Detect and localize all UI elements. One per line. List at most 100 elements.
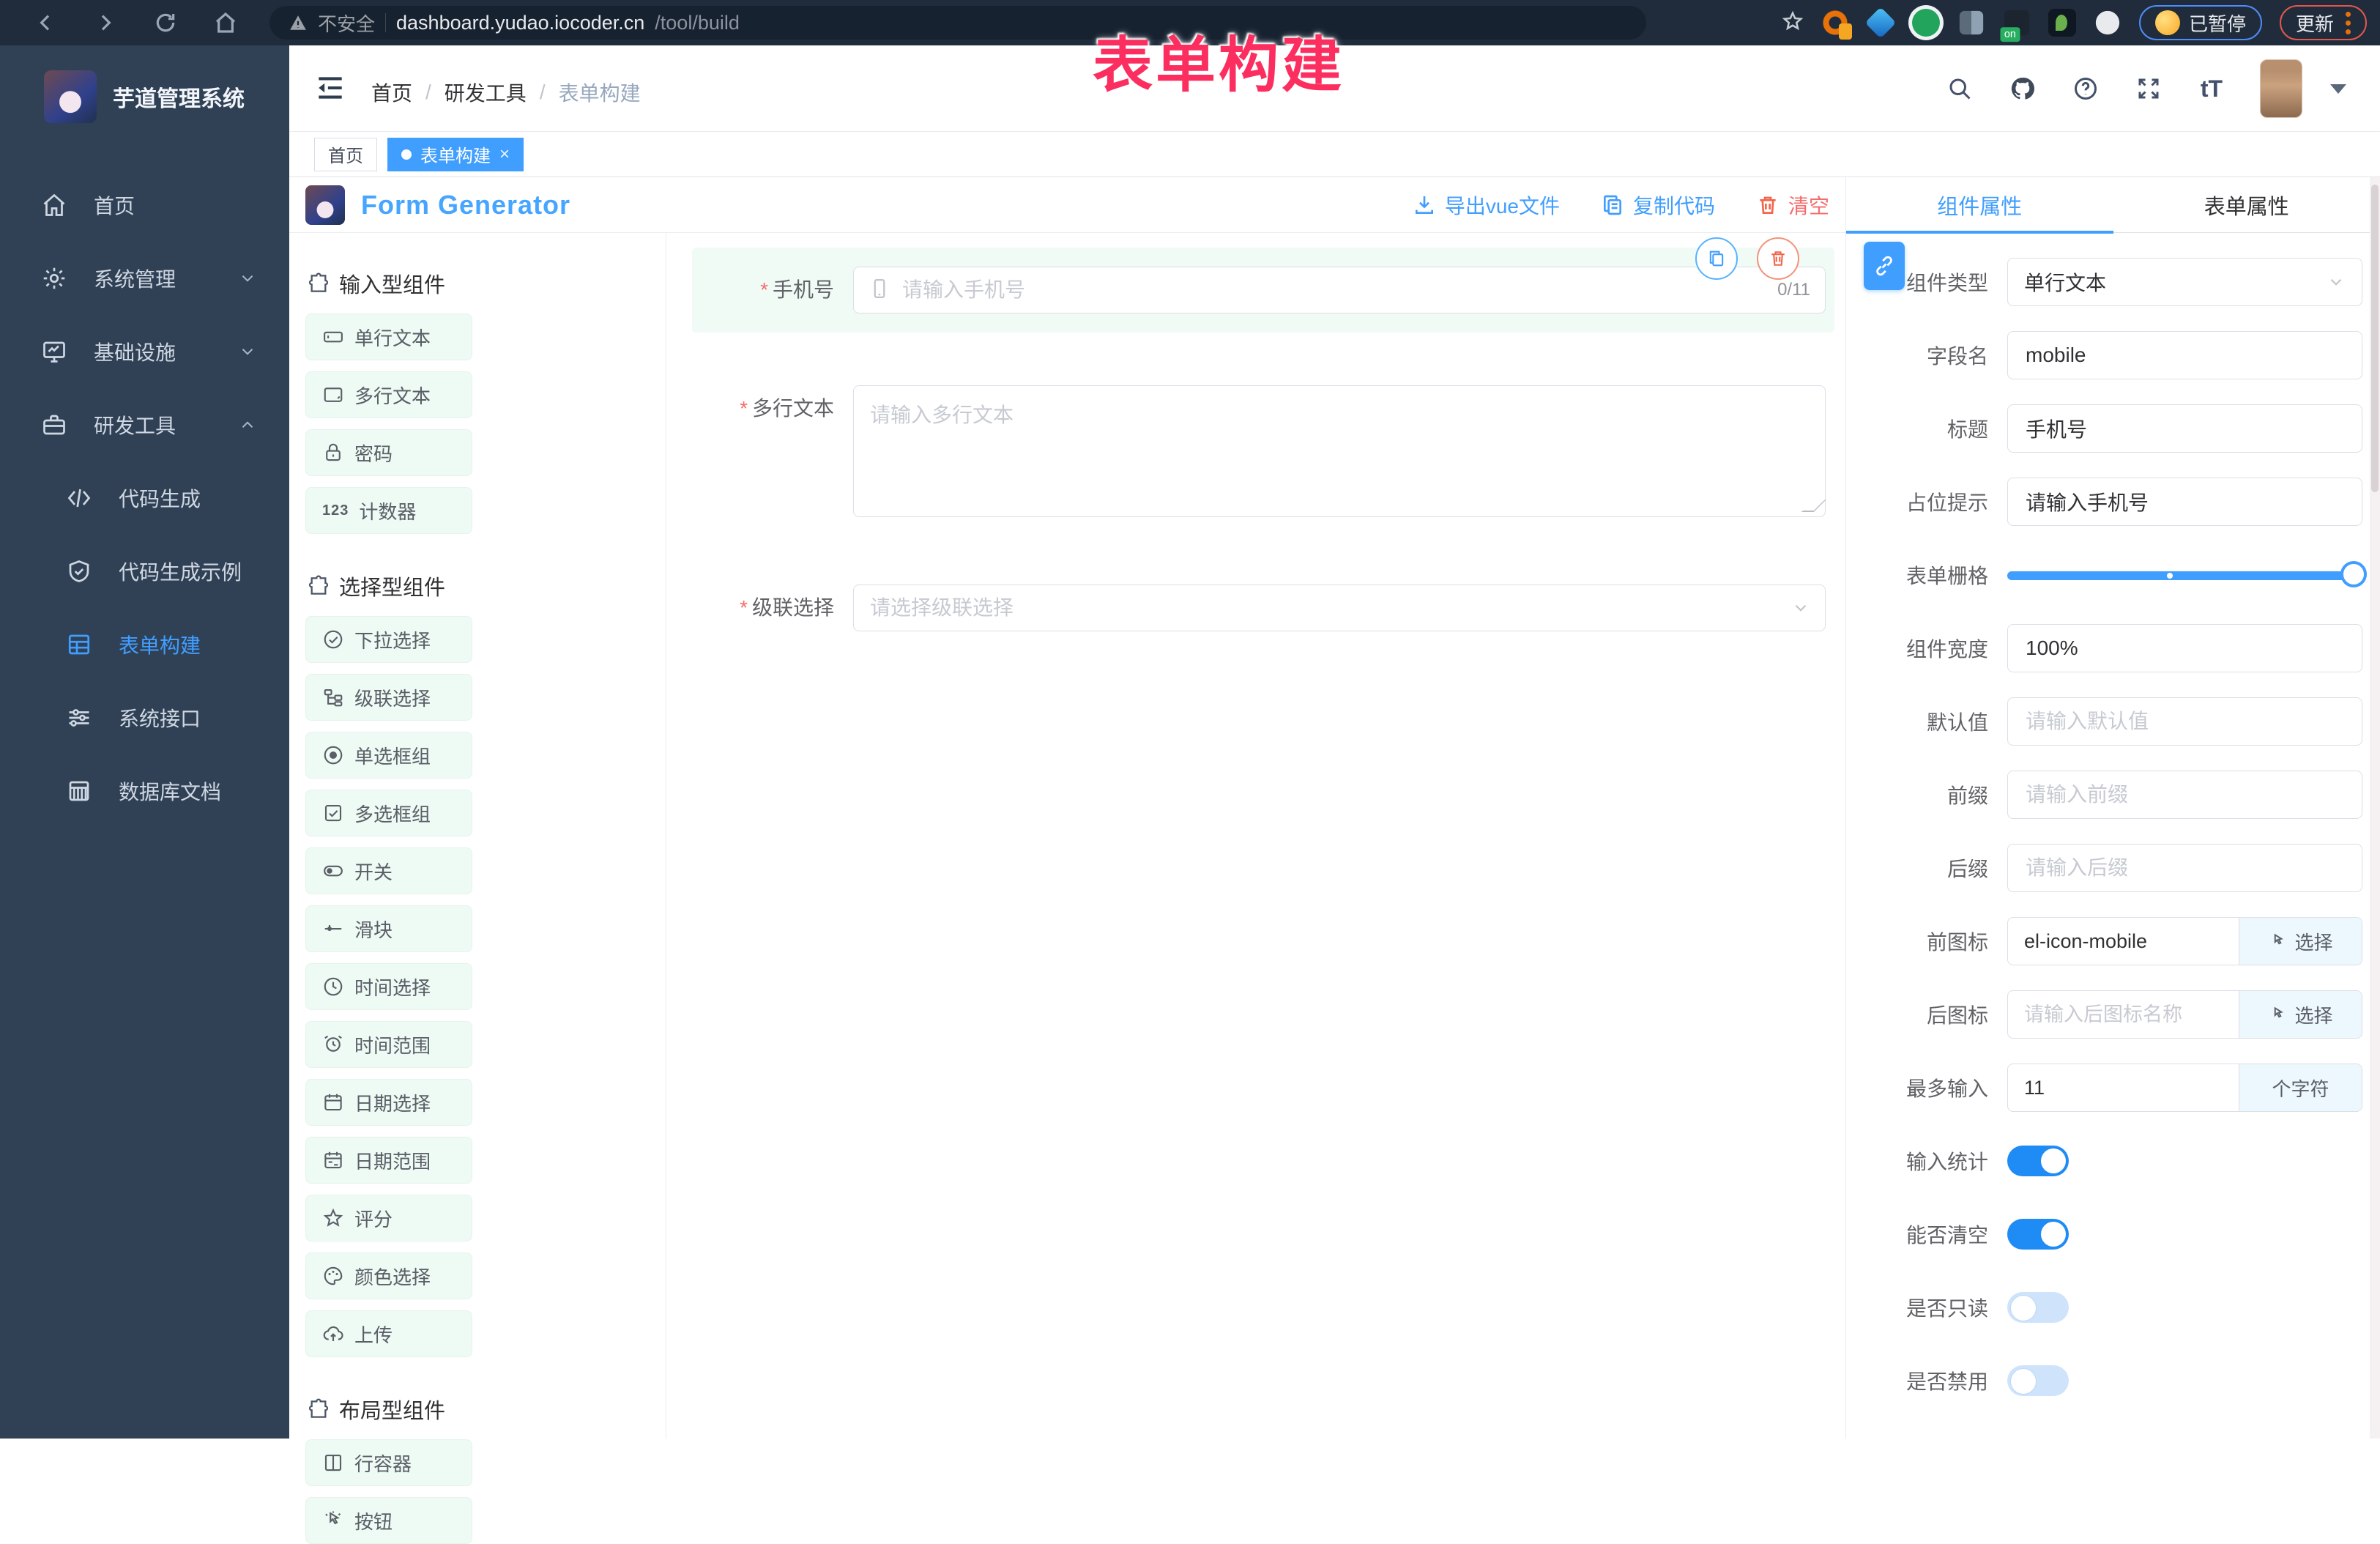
cascader-select[interactable] — [853, 584, 1826, 631]
palette-item-date-picker[interactable]: 日期选择 — [305, 1079, 472, 1126]
duplicate-field-button[interactable] — [1695, 237, 1738, 280]
font-size-icon[interactable]: tT — [2197, 74, 2226, 103]
suffix-icon-input[interactable] — [2023, 1003, 2224, 1027]
sidebar-item-system-api[interactable]: 系统接口 — [0, 681, 289, 754]
palette-item-slider[interactable]: 滑块 — [305, 905, 472, 952]
search-icon[interactable] — [1945, 74, 1974, 103]
clear-button[interactable]: 清空 — [1756, 190, 1829, 220]
browser-update-button[interactable]: 更新 — [2280, 5, 2367, 40]
url-host: dashboard.yudao.iocoder.cn — [396, 12, 644, 34]
fullscreen-icon[interactable] — [2134, 74, 2163, 103]
sidebar-item-home[interactable]: 首页 — [0, 168, 289, 242]
readonly-switch[interactable] — [2007, 1292, 2069, 1323]
breadcrumb-home[interactable]: 首页 — [371, 78, 412, 107]
forward-icon[interactable] — [91, 8, 120, 37]
phone-input-field[interactable] — [901, 278, 1767, 303]
sidebar-item-system[interactable]: 系统管理 — [0, 242, 289, 315]
tag-form-builder[interactable]: 表单构建 × — [387, 138, 524, 171]
download-icon — [1413, 193, 1436, 217]
tab-form-props[interactable]: 表单属性 — [2113, 177, 2380, 232]
palette-item-time-range[interactable]: 时间范围 — [305, 1021, 472, 1068]
back-icon[interactable] — [31, 8, 60, 37]
palette-item-date-range[interactable]: 日期范围 — [305, 1137, 472, 1184]
extension-icon[interactable] — [1864, 7, 1896, 39]
extension-icon[interactable] — [1821, 9, 1849, 37]
palette-item-color-picker[interactable]: 颜色选择 — [305, 1252, 472, 1299]
placeholder-input[interactable] — [2024, 489, 2346, 514]
palette-item-password[interactable]: 密码 — [305, 429, 472, 476]
cascader-input-field[interactable] — [869, 595, 1781, 620]
home-icon[interactable] — [211, 8, 240, 37]
phone-input[interactable]: 0/11 — [853, 267, 1826, 313]
sidebar-item-codegen[interactable]: 代码生成 — [0, 461, 289, 535]
prefix-icon-input[interactable] — [2023, 929, 2224, 954]
profile-paused-chip[interactable]: 已暂停 — [2139, 5, 2262, 40]
tag-home[interactable]: 首页 — [314, 138, 377, 171]
data-binding-link-button[interactable] — [1864, 242, 1905, 290]
palette-item-cascader[interactable]: 级联选择 — [305, 674, 472, 721]
field-name-input[interactable] — [2024, 343, 2346, 368]
palette-item-textarea[interactable]: 多行文本 — [305, 371, 472, 418]
tab-component-props[interactable]: 组件属性 — [1846, 177, 2113, 232]
sidebar-item-infra[interactable]: 基础设施 — [0, 315, 289, 388]
component-type-select[interactable]: 单行文本 — [2007, 258, 2362, 306]
palette-item-button[interactable]: 按钮 — [305, 1497, 472, 1544]
disabled-switch[interactable] — [2007, 1365, 2069, 1396]
browser-menu-icon[interactable] — [2346, 12, 2351, 34]
delete-field-button[interactable] — [1757, 237, 1799, 280]
extension-icon[interactable] — [1960, 11, 1983, 34]
sidebar-item-form-builder[interactable]: 表单构建 — [0, 608, 289, 681]
sidebar-item-devtools[interactable]: 研发工具 — [0, 388, 289, 461]
form-generator-title[interactable]: Form Generator — [361, 190, 570, 220]
canvas-field-phone[interactable]: *手机号 0/11 — [692, 248, 1834, 333]
maxlength-input[interactable] — [2023, 1076, 2224, 1100]
palette-item-single-text[interactable]: 单行文本 — [305, 313, 472, 360]
palette-item-row-container[interactable]: 行容器 — [305, 1439, 472, 1486]
help-icon[interactable] — [2071, 74, 2100, 103]
extension-icon[interactable] — [2048, 9, 2076, 37]
default-value-input[interactable] — [2024, 709, 2346, 734]
palette-item-time-picker[interactable]: 时间选择 — [305, 963, 472, 1010]
palette-item-select[interactable]: 下拉选择 — [305, 616, 472, 663]
export-vue-button[interactable]: 导出vue文件 — [1413, 190, 1560, 220]
prefix-icon-choose-button[interactable]: 选择 — [2239, 918, 2362, 965]
palette-item-switch[interactable]: 开关 — [305, 847, 472, 894]
prefix-input[interactable] — [2024, 782, 2346, 807]
user-avatar[interactable] — [2260, 59, 2302, 118]
suffix-icon-choose-button[interactable]: 选择 — [2239, 991, 2362, 1038]
suffix-input[interactable] — [2024, 855, 2346, 880]
scrollbar-thumb[interactable] — [2371, 185, 2379, 492]
slider-handle[interactable] — [2340, 561, 2367, 587]
sidebar-item-codegen-demo[interactable]: 代码生成示例 — [0, 535, 289, 608]
palette-item-radio-group[interactable]: 单选框组 — [305, 732, 472, 779]
palette-item-counter[interactable]: 123 计数器 — [305, 487, 472, 534]
page-scrollbar[interactable] — [2370, 177, 2380, 1439]
copy-code-button[interactable]: 复制代码 — [1601, 190, 1715, 220]
breadcrumb-devtools[interactable]: 研发工具 — [445, 78, 527, 107]
github-icon[interactable] — [2008, 74, 2037, 103]
extension-icon[interactable] — [1912, 9, 1940, 37]
palette-item-checkbox-group[interactable]: 多选框组 — [305, 790, 472, 836]
reload-icon[interactable] — [151, 8, 180, 37]
textarea-input[interactable] — [869, 398, 1810, 505]
slider-track[interactable] — [2007, 571, 2362, 580]
canvas-field-textarea[interactable]: *多行文本 — [692, 385, 1834, 517]
canvas-field-cascader[interactable]: *级联选择 — [692, 584, 1834, 631]
extensions-puzzle-icon[interactable] — [2096, 11, 2119, 34]
component-width-input[interactable] — [2024, 636, 2346, 661]
clearable-switch[interactable] — [2007, 1219, 2069, 1250]
palette-item-rate[interactable]: 评分 — [305, 1195, 472, 1241]
app-logo-row[interactable]: 芋道管理系统 — [0, 45, 289, 126]
close-tab-icon[interactable]: × — [499, 144, 510, 165]
title-input[interactable] — [2024, 416, 2346, 441]
palette-item-upload[interactable]: 上传 — [305, 1310, 472, 1357]
user-menu-caret-icon[interactable] — [2330, 84, 2346, 94]
prop-row-prefix: 前缀 — [1846, 771, 2362, 819]
input-stats-switch[interactable] — [2007, 1146, 2069, 1176]
address-bar[interactable]: 不安全 dashboard.yudao.iocoder.cn/tool/buil… — [269, 6, 1646, 40]
extension-icon[interactable] — [2004, 10, 2029, 35]
bookmark-star-icon[interactable] — [1782, 10, 1804, 36]
form-grid-slider[interactable] — [2007, 551, 2362, 599]
sidebar-item-db-doc[interactable]: 数据库文档 — [0, 754, 289, 828]
sidebar-collapse-icon[interactable] — [314, 73, 346, 103]
